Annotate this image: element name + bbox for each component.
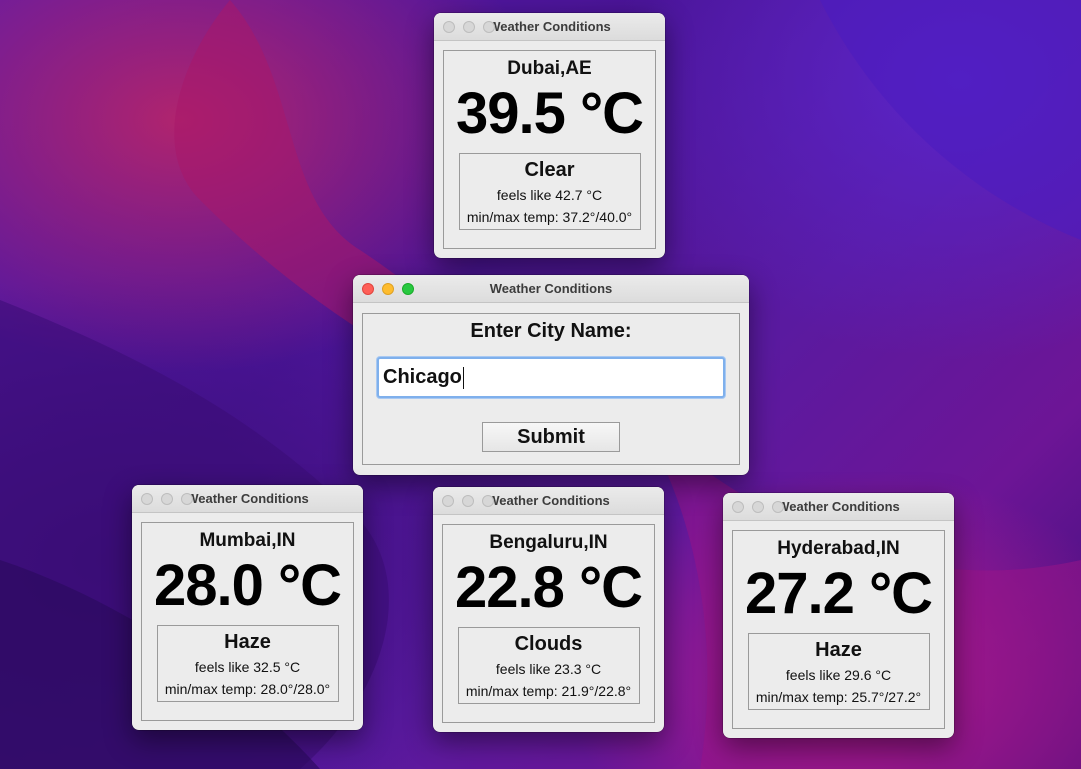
min-max-label: min/max temp: 21.9°/22.8° (465, 683, 632, 699)
feels-like-label: feels like 42.7 °C (496, 187, 603, 203)
temperature-label: 27.2 °C (744, 561, 933, 626)
conditions-box: Clouds feels like 23.3 °C min/max temp: … (457, 627, 640, 704)
zoom-button[interactable] (482, 495, 494, 507)
close-button[interactable] (362, 283, 374, 295)
weather-window-bengaluru[interactable]: Weather Conditions Bengaluru,IN 22.8 °C … (433, 487, 664, 732)
title-bar[interactable]: Weather Conditions (132, 485, 363, 513)
window-title: Weather Conditions (489, 281, 613, 296)
city-input-window[interactable]: Weather Conditions Enter City Name: Chic… (353, 275, 749, 475)
weather-window-dubai[interactable]: Weather Conditions Dubai,AE 39.5 °C Clea… (434, 13, 665, 258)
city-label: Bengaluru,IN (489, 532, 608, 553)
min-max-label: min/max temp: 25.7°/27.2° (755, 689, 922, 705)
city-name-input[interactable]: Chicago (377, 357, 725, 398)
temperature-label: 22.8 °C (454, 555, 643, 620)
city-label: Hyderabad,IN (777, 538, 900, 559)
weather-panel: Mumbai,IN 28.0 °C Haze feels like 32.5 °… (141, 522, 354, 721)
feels-like-label: feels like 29.6 °C (785, 667, 892, 683)
city-label: Dubai,AE (507, 58, 592, 79)
feels-like-label: feels like 32.5 °C (194, 659, 301, 675)
minimize-button[interactable] (462, 495, 474, 507)
window-title: Weather Conditions (777, 499, 900, 514)
window-title: Weather Conditions (488, 19, 611, 34)
input-panel: Enter City Name: Chicago Submit (362, 313, 740, 465)
city-prompt-label: Enter City Name: (470, 320, 632, 342)
condition-label: Haze (224, 631, 271, 653)
text-caret (462, 366, 464, 389)
weather-window-hyderabad[interactable]: Weather Conditions Hyderabad,IN 27.2 °C … (723, 493, 954, 738)
window-title: Weather Conditions (186, 491, 309, 506)
min-max-label: min/max temp: 37.2°/40.0° (466, 209, 633, 225)
submit-button[interactable]: Submit (482, 422, 620, 452)
temperature-label: 39.5 °C (455, 81, 644, 146)
close-button[interactable] (732, 501, 744, 513)
conditions-box: Clear feels like 42.7 °C min/max temp: 3… (458, 153, 641, 230)
minimize-button[interactable] (382, 283, 394, 295)
close-button[interactable] (443, 21, 455, 33)
title-bar[interactable]: Weather Conditions (433, 487, 664, 515)
close-button[interactable] (442, 495, 454, 507)
title-bar[interactable]: Weather Conditions (434, 13, 665, 41)
minimize-button[interactable] (161, 493, 173, 505)
minimize-button[interactable] (752, 501, 764, 513)
condition-label: Haze (815, 639, 862, 661)
weather-panel: Hyderabad,IN 27.2 °C Haze feels like 29.… (732, 530, 945, 729)
close-button[interactable] (141, 493, 153, 505)
min-max-label: min/max temp: 28.0°/28.0° (164, 681, 331, 697)
condition-label: Clouds (514, 633, 583, 655)
weather-panel: Bengaluru,IN 22.8 °C Clouds feels like 2… (442, 524, 655, 723)
zoom-button[interactable] (181, 493, 193, 505)
condition-label: Clear (524, 159, 575, 181)
minimize-button[interactable] (463, 21, 475, 33)
zoom-button[interactable] (402, 283, 414, 295)
temperature-label: 28.0 °C (153, 553, 342, 618)
weather-window-mumbai[interactable]: Weather Conditions Mumbai,IN 28.0 °C Haz… (132, 485, 363, 730)
city-label: Mumbai,IN (199, 530, 296, 551)
zoom-button[interactable] (483, 21, 495, 33)
zoom-button[interactable] (772, 501, 784, 513)
feels-like-label: feels like 23.3 °C (495, 661, 602, 677)
title-bar[interactable]: Weather Conditions (353, 275, 749, 303)
title-bar[interactable]: Weather Conditions (723, 493, 954, 521)
city-input-value: Chicago (383, 366, 462, 388)
weather-panel: Dubai,AE 39.5 °C Clear feels like 42.7 °… (443, 50, 656, 249)
conditions-box: Haze feels like 32.5 °C min/max temp: 28… (156, 625, 339, 702)
conditions-box: Haze feels like 29.6 °C min/max temp: 25… (747, 633, 930, 710)
window-title: Weather Conditions (487, 493, 610, 508)
